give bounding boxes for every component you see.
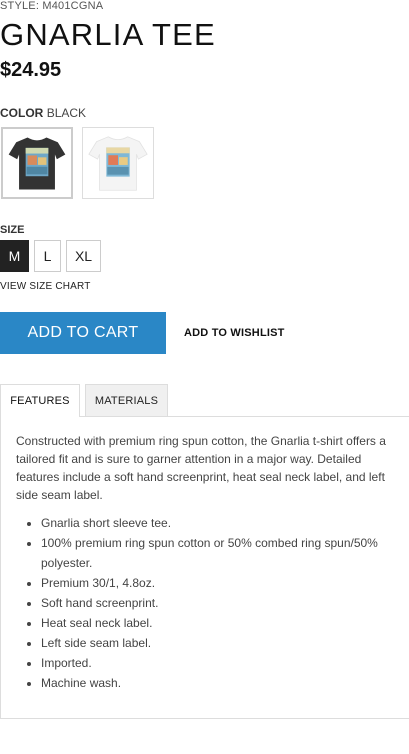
color-swatch-white[interactable] <box>82 127 154 199</box>
size-option-l[interactable]: L <box>34 240 61 272</box>
features-description: Constructed with premium ring spun cotto… <box>16 434 386 502</box>
feature-item: Imported. <box>41 653 393 673</box>
add-to-wishlist-link[interactable]: ADD TO WISHLIST <box>184 327 285 339</box>
feature-item: Machine wash. <box>41 673 393 693</box>
tab-features[interactable]: FEATURES <box>0 384 80 417</box>
feature-item: Heat seal neck label. <box>41 613 393 633</box>
feature-item: Soft hand screenprint. <box>41 593 393 613</box>
add-to-cart-button[interactable]: ADD TO CART <box>0 312 166 354</box>
product-title: GNARLIA TEE <box>0 17 216 52</box>
color-label: COLOR <box>0 106 44 120</box>
features-list: Gnarlia short sleeve tee. 100% premium r… <box>0 513 393 693</box>
tshirt-black-image <box>8 137 66 190</box>
tshirt-white-image <box>88 136 148 191</box>
product-price: $24.95 <box>0 59 62 81</box>
color-swatch-black[interactable] <box>1 127 73 199</box>
color-selector-label: COLOR BLACK <box>0 106 86 120</box>
feature-item: Gnarlia short sleeve tee. <box>41 513 393 533</box>
feature-item: 100% premium ring spun cotton or 50% com… <box>41 533 393 573</box>
view-size-chart-link[interactable]: VIEW SIZE CHART <box>0 281 91 292</box>
feature-item: Left side seam label. <box>41 633 393 653</box>
size-option-m[interactable]: M <box>0 240 29 272</box>
selected-color-value: BLACK <box>46 106 87 120</box>
size-label: SIZE <box>0 224 25 236</box>
product-style-number: STYLE: M401CGNA <box>0 0 104 12</box>
tab-materials[interactable]: MATERIALS <box>85 384 168 417</box>
size-option-xl[interactable]: XL <box>66 240 101 272</box>
feature-item: Premium 30/1, 4.8oz. <box>41 573 393 593</box>
